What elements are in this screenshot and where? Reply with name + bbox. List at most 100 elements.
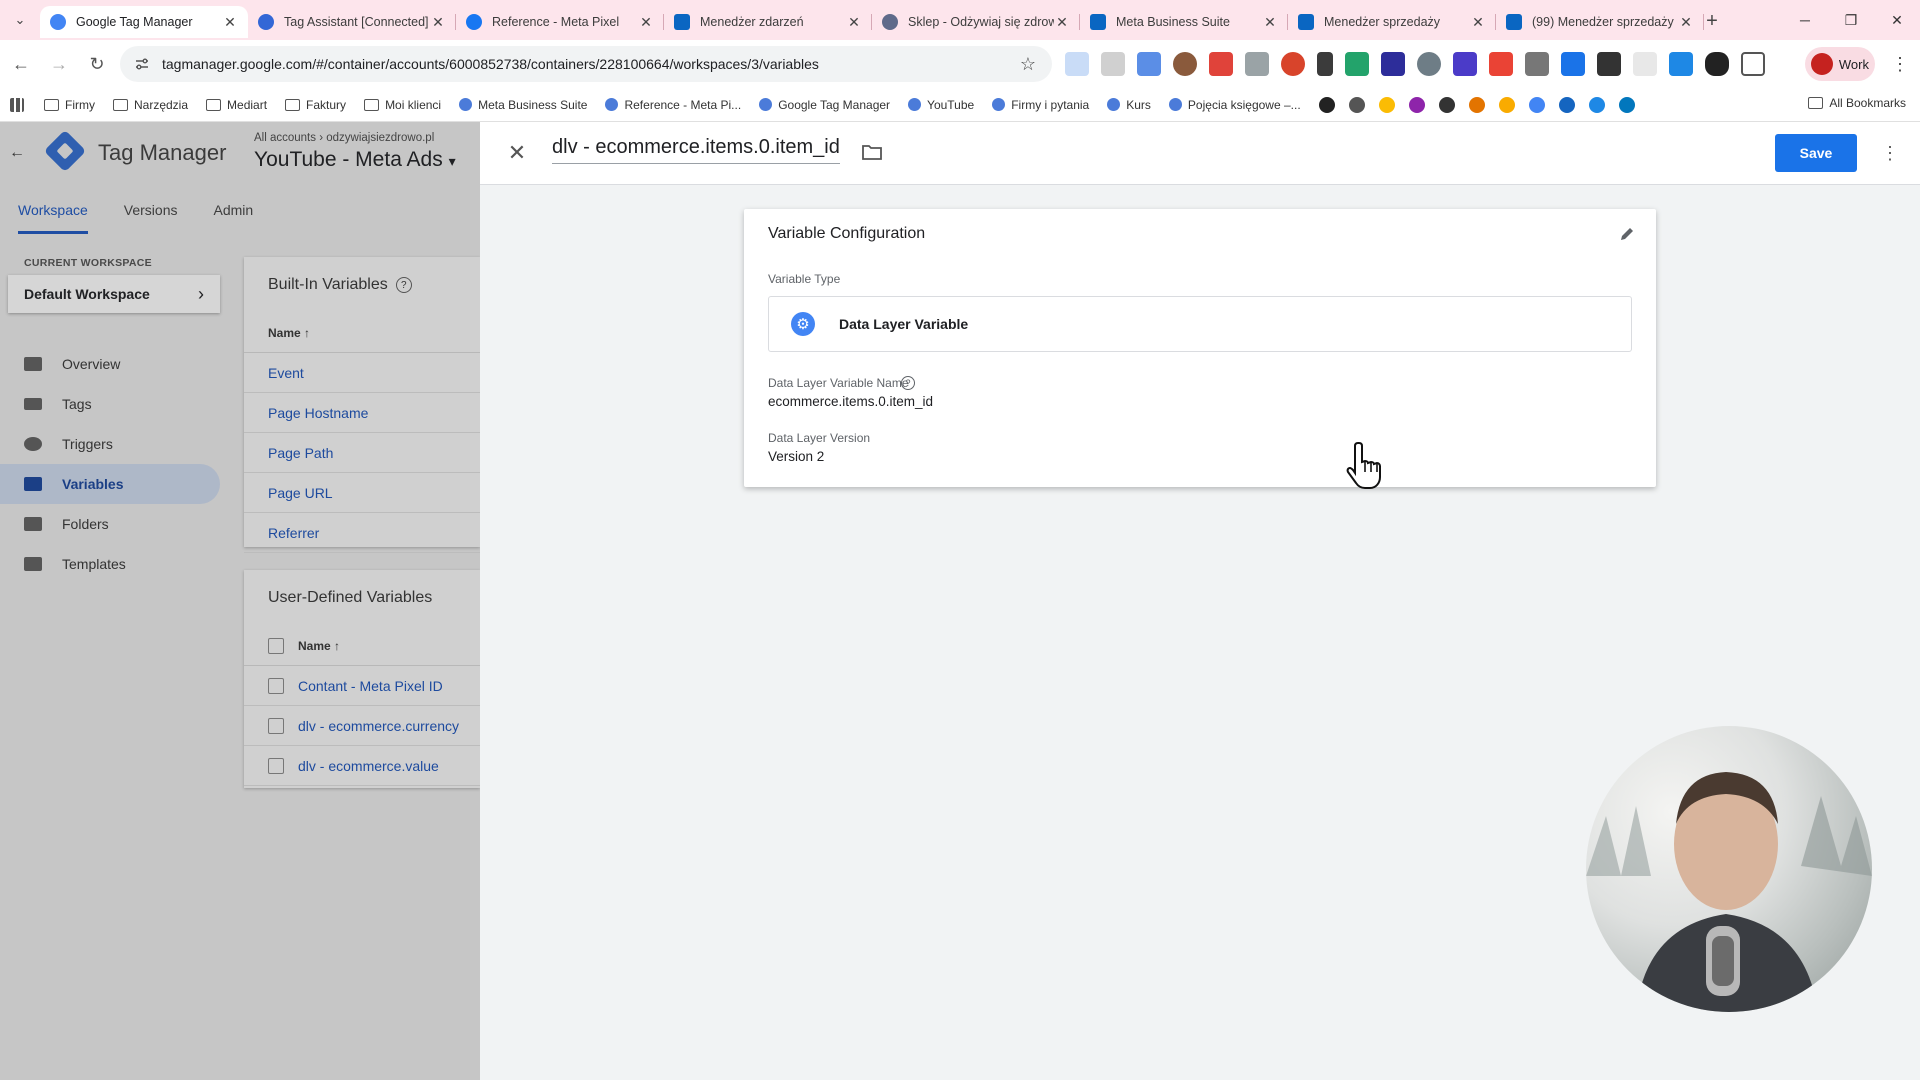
bookmark-icon[interactable]	[1528, 96, 1545, 113]
bookmark-item[interactable]: Kurs	[1107, 98, 1151, 112]
folder-icon[interactable]	[860, 142, 884, 162]
extension-icon[interactable]	[1669, 52, 1693, 76]
bookmark-icon[interactable]	[1348, 96, 1365, 113]
container-selector[interactable]: YouTube - Meta Ads ▾	[254, 148, 456, 172]
browser-menu-icon[interactable]: ⋮	[1888, 52, 1912, 76]
tab-workspace[interactable]: Workspace	[0, 186, 106, 234]
bookmark-icon[interactable]	[1618, 96, 1635, 113]
column-header[interactable]: Name ↑	[244, 626, 480, 666]
address-bar[interactable]: tagmanager.google.com/#/container/accoun…	[120, 46, 1052, 82]
tab[interactable]: (99) Menedżer sprzedaży ✕	[1496, 6, 1704, 38]
bookmark-item[interactable]: Moi klienci	[364, 98, 441, 112]
extension-icon[interactable]	[1561, 52, 1585, 76]
row-checkbox[interactable]	[268, 717, 284, 734]
bookmark-item[interactable]: Meta Business Suite	[459, 98, 587, 112]
bookmark-icon[interactable]	[1558, 96, 1575, 113]
tab-search-icon[interactable]: ⌄	[8, 8, 32, 32]
extension-icon[interactable]	[1525, 52, 1549, 76]
close-tab-icon[interactable]: ✕	[846, 14, 862, 30]
table-row[interactable]: dlv - ecommerce.value	[244, 746, 480, 786]
bookmark-icon[interactable]	[1468, 96, 1485, 113]
variable-link[interactable]: Referrer	[268, 525, 319, 541]
restore-button[interactable]: ❐	[1828, 0, 1874, 40]
row-checkbox[interactable]	[268, 757, 284, 774]
table-row[interactable]: Contant - Meta Pixel ID	[244, 666, 480, 706]
site-info-icon[interactable]	[132, 54, 152, 74]
bookmark-item[interactable]: Pojęcia księgowe –...	[1168, 98, 1301, 112]
extension-icon[interactable]	[1417, 52, 1441, 76]
extension-icon[interactable]	[1381, 52, 1405, 76]
variable-link[interactable]: Page Hostname	[268, 405, 368, 421]
table-row[interactable]: Event	[244, 353, 480, 393]
bookmark-icon[interactable]	[1318, 96, 1335, 113]
forward-icon[interactable]: →	[42, 47, 76, 81]
reload-icon[interactable]: ↻	[80, 47, 114, 81]
variable-link[interactable]: Page Path	[268, 445, 333, 461]
extension-icon[interactable]	[1453, 52, 1477, 76]
close-icon[interactable]: ✕	[504, 140, 530, 166]
bookmark-item[interactable]: Mediart	[206, 98, 267, 112]
bookmark-icon[interactable]	[1438, 96, 1455, 113]
extension-icon[interactable]	[1065, 52, 1089, 76]
tab-admin[interactable]: Admin	[195, 186, 271, 234]
extension-icon[interactable]	[1209, 52, 1233, 76]
minimize-button[interactable]: ─	[1782, 0, 1828, 40]
table-row[interactable]: Page Path	[244, 433, 480, 473]
column-header[interactable]: Name ↑	[244, 313, 480, 353]
sidenav-item-folders[interactable]: Folders	[0, 504, 220, 544]
variable-link[interactable]: Contant - Meta Pixel ID	[298, 678, 443, 694]
sidenav-item-overview[interactable]: Overview	[0, 344, 220, 384]
extension-icon[interactable]	[1633, 52, 1657, 76]
close-tab-icon[interactable]: ✕	[430, 14, 446, 30]
more-vert-icon[interactable]: ⋮	[1878, 138, 1902, 168]
variable-link[interactable]: dlv - ecommerce.currency	[298, 718, 459, 734]
variable-configuration-card[interactable]: Variable Configuration Variable Type ⚙ D…	[744, 209, 1656, 487]
bookmark-item[interactable]: Firmy	[44, 98, 95, 112]
profile-button[interactable]: Work	[1805, 47, 1875, 81]
back-icon[interactable]: ←	[4, 47, 38, 81]
extension-icon[interactable]	[1281, 52, 1305, 76]
extension-icon[interactable]	[1345, 52, 1369, 76]
close-tab-icon[interactable]: ✕	[1470, 14, 1486, 30]
apps-grid-icon[interactable]	[10, 97, 24, 112]
all-bookmarks[interactable]: All Bookmarks	[1808, 96, 1906, 110]
tab[interactable]: Google Tag Manager ✕	[40, 6, 248, 38]
bookmark-item[interactable]: Faktury	[285, 98, 346, 112]
workspace-selector[interactable]: Default Workspace ›	[8, 275, 220, 313]
variable-link[interactable]: Event	[268, 365, 304, 381]
close-tab-icon[interactable]: ✕	[638, 14, 654, 30]
select-all-checkbox[interactable]	[268, 637, 284, 654]
new-tab-button[interactable]: +	[1700, 9, 1724, 33]
sidenav-item-triggers[interactable]: Triggers	[0, 424, 220, 464]
back-arrow-icon[interactable]: ←	[8, 144, 26, 162]
bookmark-item[interactable]: YouTube	[908, 98, 974, 112]
bookmark-icon[interactable]	[1378, 96, 1395, 113]
extension-icon[interactable]	[1705, 52, 1729, 76]
sidenav-item-templates[interactable]: Templates	[0, 544, 220, 584]
table-row[interactable]: Referrer	[244, 513, 480, 553]
tab[interactable]: Meta Business Suite ✕	[1080, 6, 1288, 38]
extension-icon[interactable]	[1137, 52, 1161, 76]
tab[interactable]: Menedżer sprzedaży ✕	[1288, 6, 1496, 38]
save-button[interactable]: Save	[1775, 134, 1857, 172]
bookmark-star-icon[interactable]: ☆	[1016, 52, 1040, 76]
breadcrumb[interactable]: All accounts › odzywiajsiezdrowo.pl	[254, 132, 434, 144]
bookmark-icon[interactable]	[1588, 96, 1605, 113]
extension-icon[interactable]	[1245, 52, 1269, 76]
tab-versions[interactable]: Versions	[106, 186, 196, 234]
extension-icon[interactable]	[1597, 52, 1621, 76]
sidenav-item-variables[interactable]: Variables	[0, 464, 220, 504]
puzzle-icon[interactable]	[1741, 52, 1765, 76]
variable-link[interactable]: dlv - ecommerce.value	[298, 758, 439, 774]
close-tab-icon[interactable]: ✕	[1678, 14, 1694, 30]
bookmark-icon[interactable]	[1408, 96, 1425, 113]
tab[interactable]: Sklep - Odżywiaj się zdrowo ✕	[872, 6, 1080, 38]
close-tab-icon[interactable]: ✕	[222, 14, 238, 30]
bookmark-icon[interactable]	[1498, 96, 1515, 113]
table-row[interactable]: dlv - ecommerce.currency	[244, 706, 480, 746]
extension-icon[interactable]	[1101, 52, 1125, 76]
sidenav-item-tags[interactable]: Tags	[0, 384, 220, 424]
bookmark-item[interactable]: Google Tag Manager	[759, 98, 890, 112]
extension-icon[interactable]	[1489, 52, 1513, 76]
close-window-button[interactable]: ✕	[1874, 0, 1920, 40]
